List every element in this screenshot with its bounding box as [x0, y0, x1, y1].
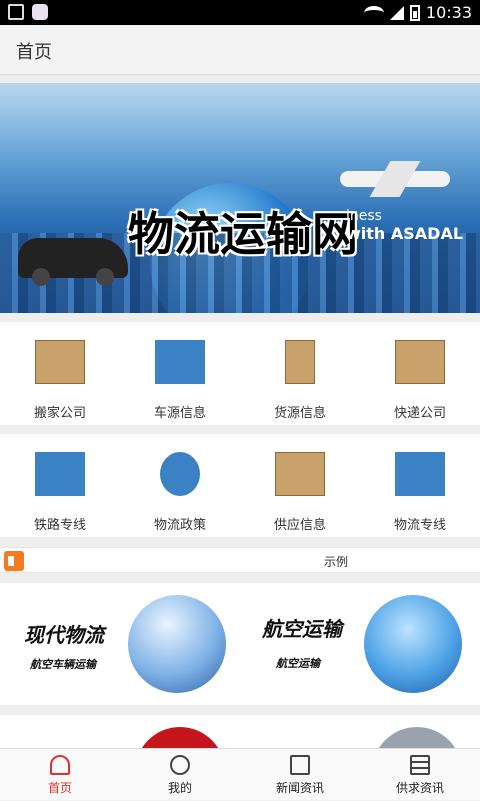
category-grid-row-1: 搬家公司 车源信息 货源信息 快递公司: [0, 322, 480, 425]
signal-icon: [389, 5, 404, 20]
banner-tagline: iness with ASADAL: [346, 208, 464, 243]
battery-icon: [409, 4, 420, 21]
truck-photo: [128, 595, 226, 693]
news-icon: [290, 755, 310, 775]
top-bar: 首页: [0, 25, 480, 75]
car-graphic: [18, 238, 128, 286]
clock: 10:33: [425, 3, 472, 22]
tab-home[interactable]: 首页: [0, 749, 120, 801]
status-bar: 10:33: [0, 0, 480, 25]
category-logistics-policy[interactable]: 物流政策: [120, 434, 240, 537]
page-title: 首页: [16, 42, 52, 63]
home-icon: [50, 755, 70, 775]
feature-card-modern-logistics[interactable]: 现代物流 航空车辆运输: [0, 583, 240, 705]
wifi-icon: [363, 5, 384, 20]
feature-cards: 现代物流 航空车辆运输 航空运输 航空运输: [0, 583, 480, 705]
airplane-photo: [364, 595, 462, 693]
document-icon: [410, 755, 430, 775]
delivery-truck-icon: [155, 340, 205, 384]
banner-carousel[interactable]: 物流运输网 iness with ASADAL: [0, 83, 480, 313]
box-pallet-icon: [275, 452, 325, 496]
tab-mine[interactable]: 我的: [120, 749, 240, 801]
banner-title: 物流运输网: [128, 207, 358, 261]
category-logistics-line[interactable]: 物流专线: [360, 434, 480, 537]
category-railway-line[interactable]: 铁路专线: [0, 434, 120, 537]
bottom-tab-bar: 首页 我的 新闻资讯 供求资讯: [0, 748, 480, 800]
category-grid-row-2: 铁路专线 物流政策 供应信息 物流专线: [0, 434, 480, 537]
category-vehicle-source[interactable]: 车源信息: [120, 322, 240, 425]
notice-bar[interactable]: 示例: [0, 547, 480, 573]
globe-cart-icon: [160, 452, 200, 496]
feature-card-air-transport[interactable]: 航空运输 航空运输: [240, 583, 480, 705]
category-moving-company[interactable]: 搬家公司: [0, 322, 120, 425]
tab-news[interactable]: 新闻资讯: [240, 749, 360, 801]
parcel-stack-icon: [395, 340, 445, 384]
category-cargo-source[interactable]: 货源信息: [240, 322, 360, 425]
airplane-graphic: [340, 171, 450, 187]
clock-truck-icon: [395, 452, 445, 496]
tab-supply-demand[interactable]: 供求资讯: [360, 749, 480, 801]
hand-truck-icon: [285, 340, 315, 384]
category-express-company[interactable]: 快递公司: [360, 322, 480, 425]
user-icon: [170, 755, 190, 775]
speaker-icon: [4, 551, 24, 571]
app-notification-icon: [32, 4, 48, 20]
moving-box-icon: [35, 340, 85, 384]
image-notification-icon: [8, 4, 24, 20]
notice-text: 示例: [324, 555, 349, 569]
category-supply-info[interactable]: 供应信息: [240, 434, 360, 537]
blue-truck-icon: [35, 452, 85, 496]
